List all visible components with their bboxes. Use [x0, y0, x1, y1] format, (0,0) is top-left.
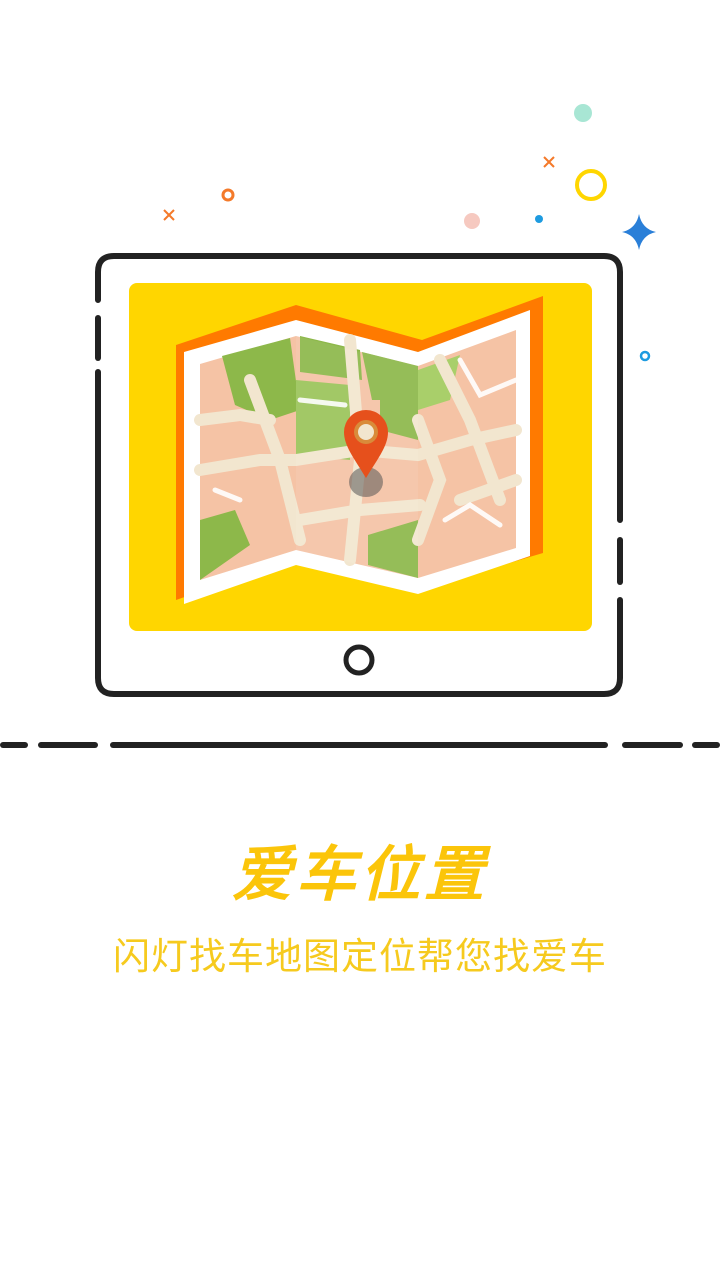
cross-icon	[543, 156, 555, 168]
page-subtitle: 闪灯找车地图定位帮您找爱车	[113, 935, 607, 978]
cross-icon	[163, 209, 175, 221]
blue-dot-icon	[535, 215, 543, 223]
page-title: 爱车位置	[232, 840, 488, 910]
home-button-icon	[343, 644, 375, 676]
yellow-ring-icon	[575, 169, 607, 201]
blue-ring-icon	[639, 350, 651, 362]
pink-dot-icon	[464, 213, 480, 229]
onboarding-illustration	[0, 104, 720, 748]
mint-dot-icon	[574, 104, 592, 122]
orange-ring-icon	[221, 188, 235, 202]
sparkle-star-icon	[622, 214, 656, 250]
